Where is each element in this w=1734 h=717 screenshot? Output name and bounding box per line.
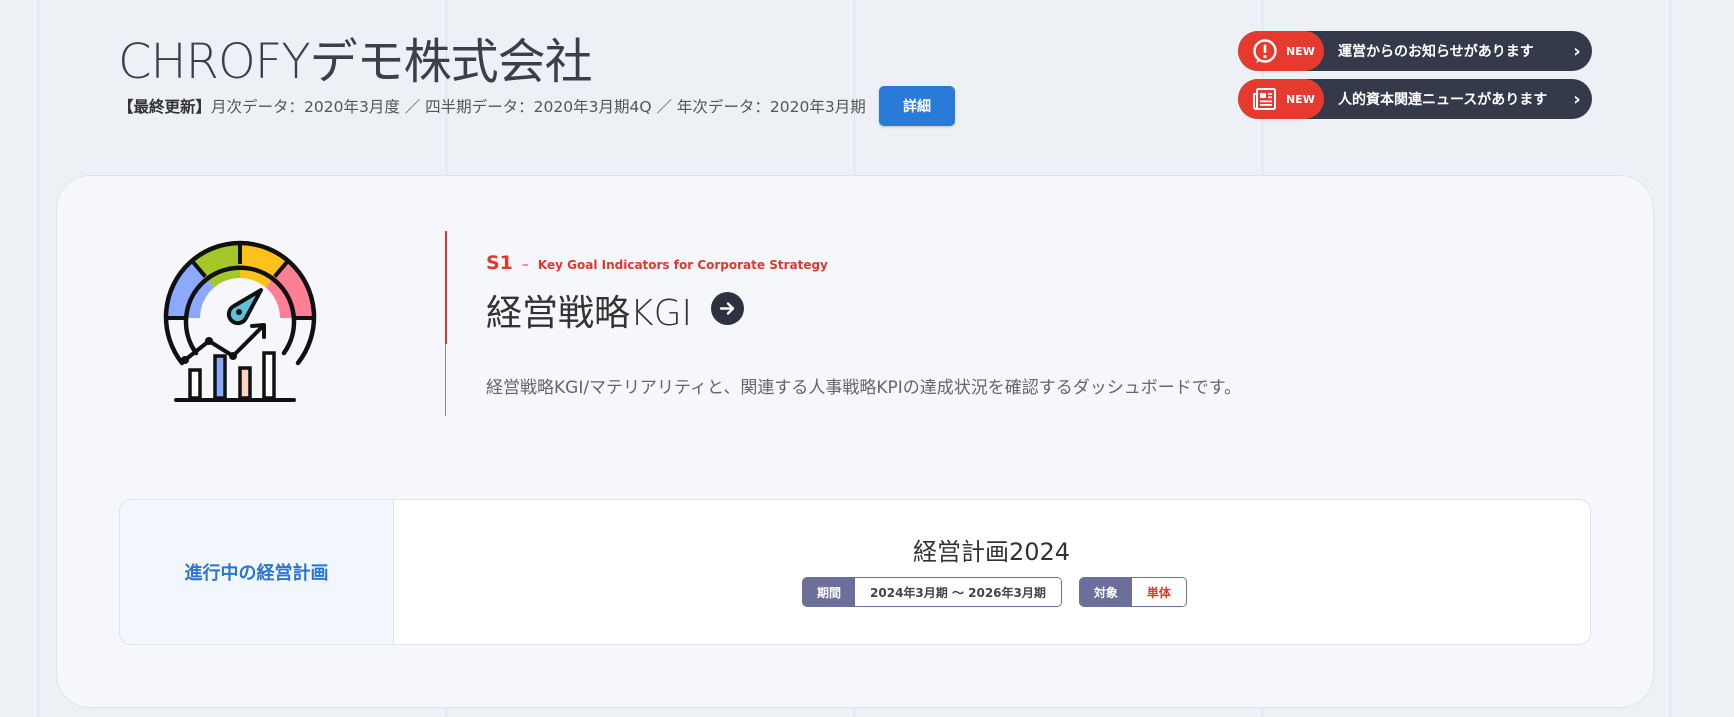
notice-operations[interactable]: NEW 運営からのお知らせがあります › bbox=[1238, 31, 1592, 71]
newspaper-icon bbox=[1253, 88, 1276, 110]
chevron-right-icon: › bbox=[1573, 40, 1581, 62]
plan-label: 進行中の経営計画 bbox=[120, 500, 394, 644]
section-dash: – bbox=[521, 257, 529, 273]
period-label: 期間 bbox=[803, 578, 856, 606]
period-value: 2024年3月期 〜 2026年3月期 bbox=[855, 578, 1061, 606]
notice-news[interactable]: NEW 人的資本関連ニュースがあります › bbox=[1238, 79, 1592, 119]
divider bbox=[445, 344, 446, 416]
target-value: 単体 bbox=[1131, 578, 1186, 606]
alert-icon bbox=[1253, 39, 1277, 63]
section-eyebrow: S1 – Key Goal Indicators for Corporate S… bbox=[486, 252, 828, 274]
target-label: 対象 bbox=[1079, 578, 1132, 606]
notice-text: 運営からのお知らせがあります bbox=[1338, 44, 1534, 60]
last-updated: 【最終更新】月次データ：2020年3月度 ／ 四半期データ：2020年3月期4Q… bbox=[118, 95, 866, 117]
plan-tags: 期間 2024年3月期 〜 2026年3月期 対象 単体 bbox=[802, 577, 1187, 607]
last-updated-text: 月次データ：2020年3月度 ／ 四半期データ：2020年3月期4Q ／ 年次デ… bbox=[211, 98, 866, 116]
period-tag: 期間 2024年3月期 〜 2026年3月期 bbox=[802, 577, 1062, 607]
section-subtitle: Key Goal Indicators for Corporate Strate… bbox=[537, 258, 828, 272]
plan-name: 経営計画2024 bbox=[912, 538, 1071, 566]
last-updated-label: 【最終更新】 bbox=[118, 98, 212, 116]
divider-accent bbox=[445, 231, 447, 344]
target-tag: 対象 単体 bbox=[1078, 577, 1187, 607]
plan-panel: 進行中の経営計画 経営計画2024 期間 2024年3月期 〜 2026年3月期… bbox=[119, 499, 1591, 645]
grid-line bbox=[1670, 0, 1671, 717]
chevron-right-icon: › bbox=[1573, 88, 1581, 110]
grid-line bbox=[38, 0, 39, 717]
detail-button[interactable]: 詳細 bbox=[879, 86, 955, 126]
new-badge: NEW bbox=[1286, 44, 1315, 58]
section-code: S1 bbox=[486, 252, 513, 274]
arrow-right-icon bbox=[719, 302, 735, 315]
section-open-button[interactable] bbox=[711, 292, 744, 325]
notice-badge: NEW bbox=[1238, 31, 1324, 71]
new-badge: NEW bbox=[1286, 92, 1315, 106]
gauge-chart-icon bbox=[163, 240, 317, 402]
notice-text: 人的資本関連ニュースがあります bbox=[1338, 92, 1548, 108]
section-description: 経営戦略KGI/マテリアリティと、関連する人事戦略KPIの達成状況を確認するダッ… bbox=[486, 378, 1242, 398]
notice-badge: NEW bbox=[1238, 79, 1324, 119]
company-title: CHROFYデモ株式会社 bbox=[118, 34, 593, 90]
section-title: 経営戦略KGI bbox=[486, 293, 693, 334]
